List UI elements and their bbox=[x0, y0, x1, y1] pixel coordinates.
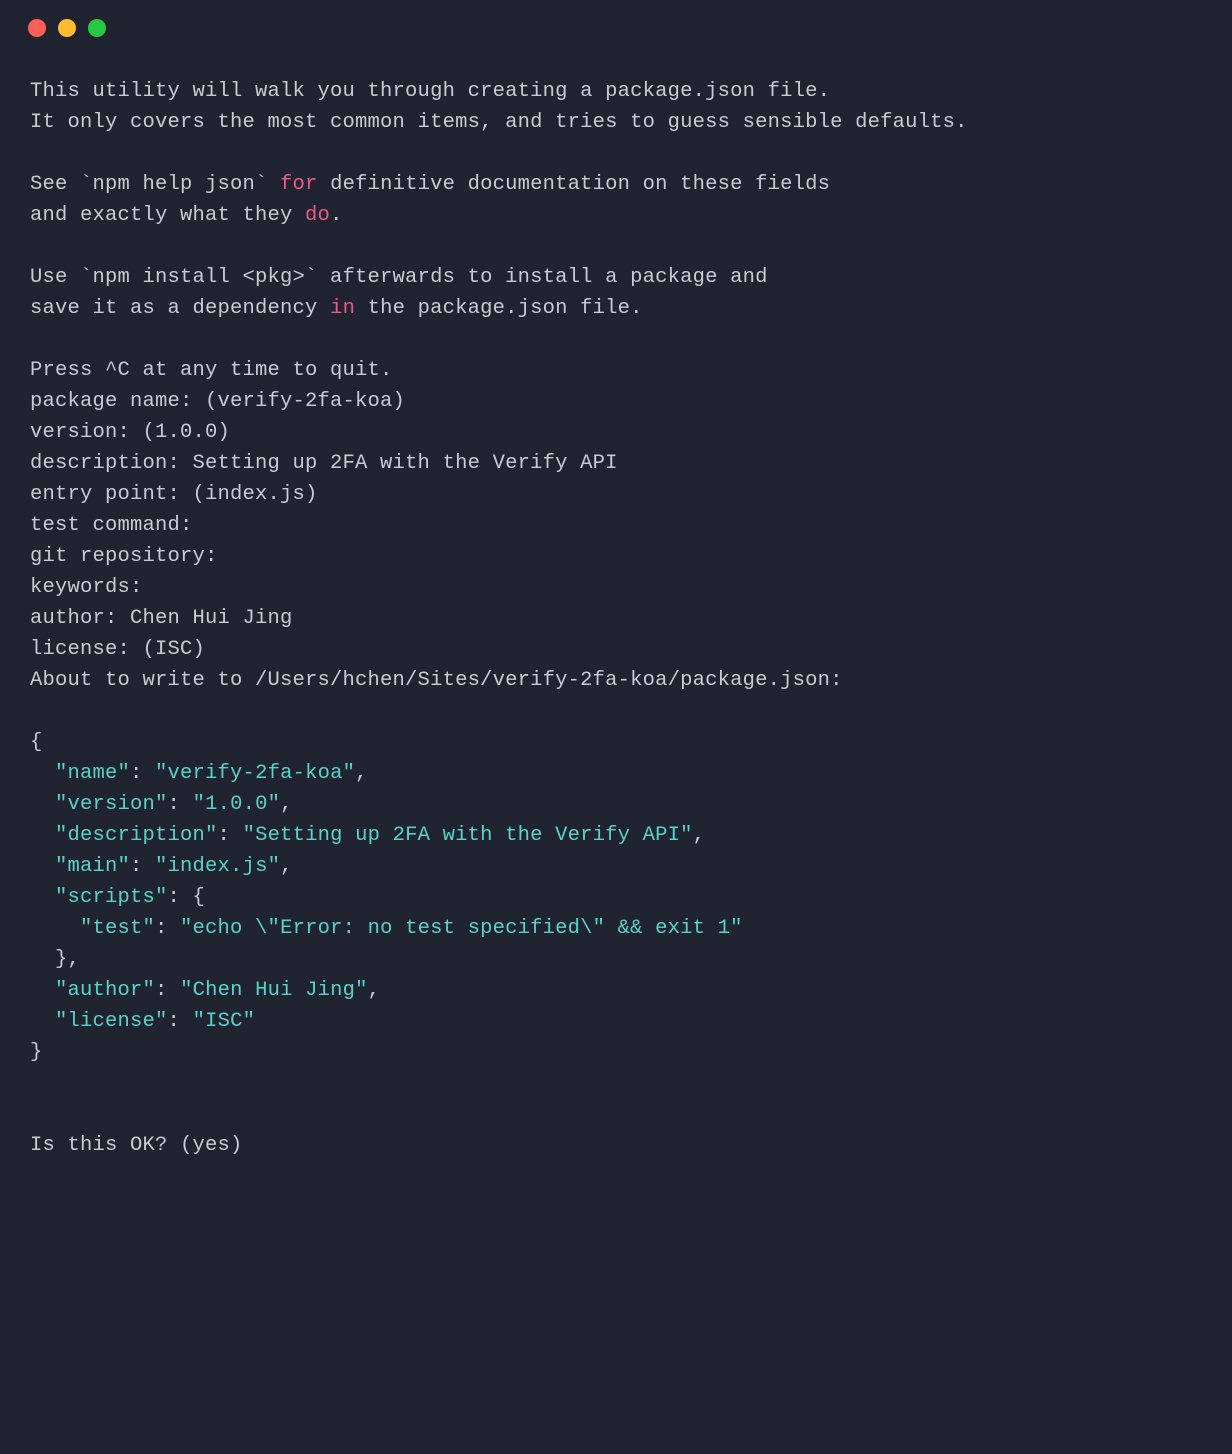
prompt-test-command: test command: bbox=[30, 514, 193, 537]
prompt-entry-point: entry point: (index.js) bbox=[30, 483, 318, 506]
json-key: "license" bbox=[55, 1010, 168, 1033]
prompt-version: version: (1.0.0) bbox=[30, 421, 230, 444]
intro-line: This utility will walk you through creat… bbox=[30, 80, 830, 103]
keyword-do: do bbox=[305, 204, 330, 227]
intro-line: See `npm help json` for definitive docum… bbox=[30, 173, 830, 196]
maximize-icon[interactable] bbox=[88, 19, 106, 37]
json-key: "test" bbox=[80, 917, 155, 940]
intro-line: Press ^C at any time to quit. bbox=[30, 359, 393, 382]
intro-line: It only covers the most common items, an… bbox=[30, 111, 968, 134]
minimize-icon[interactable] bbox=[58, 19, 76, 37]
titlebar bbox=[0, 0, 1232, 56]
confirm-prompt[interactable]: Is this OK? (yes) bbox=[30, 1134, 243, 1157]
intro-line: and exactly what they do. bbox=[30, 204, 343, 227]
json-key: "scripts" bbox=[55, 886, 168, 909]
intro-line: Use `npm install <pkg>` afterwards to in… bbox=[30, 266, 768, 289]
keyword-in: in bbox=[330, 297, 355, 320]
json-key: "version" bbox=[55, 793, 168, 816]
json-key: "name" bbox=[55, 762, 130, 785]
terminal-output: This utility will walk you through creat… bbox=[0, 56, 1232, 1191]
prompt-author: author: Chen Hui Jing bbox=[30, 607, 293, 630]
json-value: "Setting up 2FA with the Verify API" bbox=[243, 824, 693, 847]
json-value: "index.js" bbox=[155, 855, 280, 878]
json-key: "main" bbox=[55, 855, 130, 878]
intro-line: save it as a dependency in the package.j… bbox=[30, 297, 643, 320]
json-key: "author" bbox=[55, 979, 155, 1002]
json-value: "echo \"Error: no test specified\" && ex… bbox=[180, 917, 743, 940]
about-to-write: About to write to /Users/hchen/Sites/ver… bbox=[30, 669, 843, 692]
prompt-license: license: (ISC) bbox=[30, 638, 205, 661]
json-value: "1.0.0" bbox=[193, 793, 281, 816]
close-icon[interactable] bbox=[28, 19, 46, 37]
json-brace-close: } bbox=[30, 1041, 43, 1064]
prompt-description: description: Setting up 2FA with the Ver… bbox=[30, 452, 618, 475]
json-brace-open: { bbox=[30, 731, 43, 754]
prompt-package-name: package name: (verify-2fa-koa) bbox=[30, 390, 405, 413]
prompt-keywords: keywords: bbox=[30, 576, 143, 599]
json-value: "verify-2fa-koa" bbox=[155, 762, 355, 785]
json-key: "description" bbox=[55, 824, 218, 847]
json-value: "Chen Hui Jing" bbox=[180, 979, 368, 1002]
terminal-window: This utility will walk you through creat… bbox=[0, 0, 1232, 1454]
prompt-git-repository: git repository: bbox=[30, 545, 218, 568]
json-value: "ISC" bbox=[193, 1010, 256, 1033]
keyword-for: for bbox=[280, 173, 318, 196]
